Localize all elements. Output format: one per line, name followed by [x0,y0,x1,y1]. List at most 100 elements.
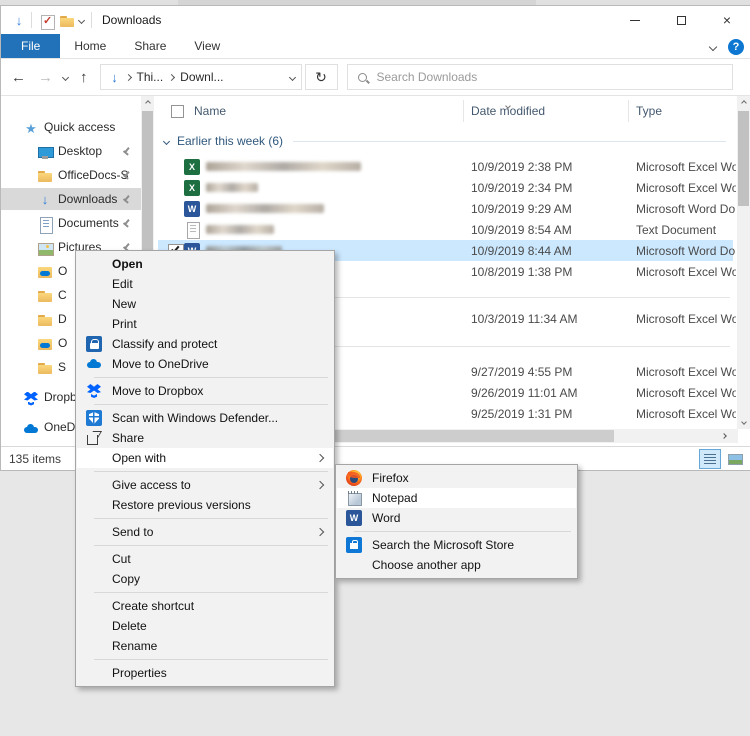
tab-share[interactable]: Share [120,34,180,58]
scroll-up-icon[interactable] [737,96,750,110]
menu-item-copy[interactable]: Copy [77,569,333,589]
submenu-arrow-icon [316,454,324,462]
scroll-up-icon[interactable] [141,96,154,110]
menu-item-notepad[interactable]: Notepad [337,488,576,508]
menu-item-print[interactable]: Print [77,314,333,334]
tab-home[interactable]: Home [60,34,120,58]
breadcrumb[interactable]: Thi... Downl... [100,64,302,90]
new-folder-icon[interactable] [59,14,72,27]
star-icon [23,121,36,134]
menu-item-scan-with-windows-defender[interactable]: Scan with Windows Defender... [77,408,333,428]
recent-locations-icon[interactable] [62,73,69,80]
menu-item-label: Give access to [112,478,191,492]
breadcrumb-downloads[interactable]: Downl... [180,70,223,84]
file-name-redacted [206,183,258,192]
filelist-vscrollbar[interactable] [737,96,750,429]
breadcrumb-this-pc[interactable]: Thi... [137,70,164,84]
folder-icon [37,361,50,374]
foldercloud-icon [37,265,50,278]
expand-ribbon-icon[interactable] [709,42,717,50]
scroll-down-icon[interactable] [737,415,750,429]
docs-icon [37,217,50,230]
minimize-button[interactable] [612,6,658,34]
menu-item-restore-previous-versions[interactable]: Restore previous versions [77,495,333,515]
column-divider[interactable] [463,100,464,122]
menu-item-cut[interactable]: Cut [77,549,333,569]
menu-item-move-to-dropbox[interactable]: Move to Dropbox [77,381,333,401]
tab-file[interactable]: File [1,34,60,58]
select-all-checkbox[interactable] [171,105,184,118]
back-button[interactable]: ← [11,69,26,86]
scroll-right-icon[interactable] [716,429,732,443]
menu-item-search-the-microsoft-store[interactable]: Search the Microsoft Store [337,535,576,555]
scrollbar-thumb[interactable] [738,111,749,206]
menu-item-open-with[interactable]: Open with [77,448,333,468]
file-type: Microsoft Excel Wo [636,312,736,326]
menu-item-rename[interactable]: Rename [77,636,333,656]
menu-item-label: Share [112,431,144,445]
menu-item-word[interactable]: Word [337,508,576,528]
close-button[interactable]: × [704,6,750,34]
menu-separator [94,377,328,378]
menu-item-firefox[interactable]: Firefox [337,468,576,488]
sidebar-item-quick-access[interactable]: Quick access [1,116,141,138]
file-date-modified: 10/8/2019 1:38 PM [471,265,572,279]
search-box[interactable] [347,64,733,90]
menu-item-share[interactable]: Share [77,428,333,448]
refresh-button[interactable]: ↻ [305,64,338,90]
excel-file-icon [184,180,200,196]
folder-icon [37,313,50,326]
menu-item-create-shortcut[interactable]: Create shortcut [77,596,333,616]
sidebar-item-label: Quick access [44,120,135,134]
details-view-button[interactable] [699,449,721,469]
sidebar-item-documents[interactable]: Documents [1,212,141,234]
menu-item-give-access-to[interactable]: Give access to [77,475,333,495]
sidebar-item-officedocs-s[interactable]: OfficeDocs-S [1,164,141,186]
lock-icon [86,336,102,352]
file-row[interactable]: 10/9/2019 9:29 AMMicrosoft Word Do [158,198,733,219]
help-icon[interactable]: ? [728,39,744,55]
menu-item-move-to-onedrive[interactable]: Move to OneDrive [77,354,333,374]
menu-item-classify-and-protect[interactable]: Classify and protect [77,334,333,354]
forward-button[interactable]: → [38,69,53,86]
divider [31,12,32,28]
collapse-group-icon[interactable] [163,137,170,144]
sidebar-item-desktop[interactable]: Desktop [1,140,141,162]
group-header[interactable]: Earlier this week (6) [160,132,730,150]
menu-item-delete[interactable]: Delete [77,616,333,636]
menu-item-label: Choose another app [372,558,481,572]
up-button[interactable]: ↑ [80,69,88,86]
file-date-modified: 10/9/2019 2:38 PM [471,160,572,174]
maximize-button[interactable] [658,6,704,34]
textdoc-file-icon [184,222,200,238]
menu-item-label: Print [112,317,137,331]
file-date-modified: 10/3/2019 11:34 AM [471,312,578,326]
menu-item-new[interactable]: New [77,294,333,314]
column-name[interactable]: Name [194,104,226,118]
column-divider[interactable] [628,100,629,122]
tab-view[interactable]: View [180,34,234,58]
file-date-modified: 9/27/2019 4:55 PM [471,365,572,379]
menu-item-label: Cut [112,552,131,566]
thumbnails-view-button[interactable] [724,449,746,469]
search-input[interactable] [377,70,724,84]
menu-item-open[interactable]: Open [77,254,333,274]
column-type[interactable]: Type [636,104,662,118]
file-row[interactable]: 10/9/2019 2:38 PMMicrosoft Excel Wo [158,156,733,177]
file-type: Microsoft Word Do [636,202,736,216]
notepad-icon [346,490,362,506]
qat-dropdown-icon[interactable] [78,16,85,23]
file-row[interactable]: 10/9/2019 8:54 AMText Document [158,219,733,240]
file-type: Microsoft Excel Wo [636,365,736,379]
menu-item-send-to[interactable]: Send to [77,522,333,542]
address-dropdown-icon[interactable] [288,73,295,80]
defender-icon [86,410,102,426]
file-row[interactable]: 10/9/2019 2:34 PMMicrosoft Excel Wo [158,177,733,198]
properties-icon[interactable] [39,14,52,27]
menu-item-edit[interactable]: Edit [77,274,333,294]
menu-item-choose-another-app[interactable]: Choose another app [337,555,576,575]
sidebar-item-downloads[interactable]: Downloads [1,188,141,210]
window-controls: × [612,6,750,34]
file-name-redacted [206,162,361,171]
menu-item-properties[interactable]: Properties [77,663,333,683]
